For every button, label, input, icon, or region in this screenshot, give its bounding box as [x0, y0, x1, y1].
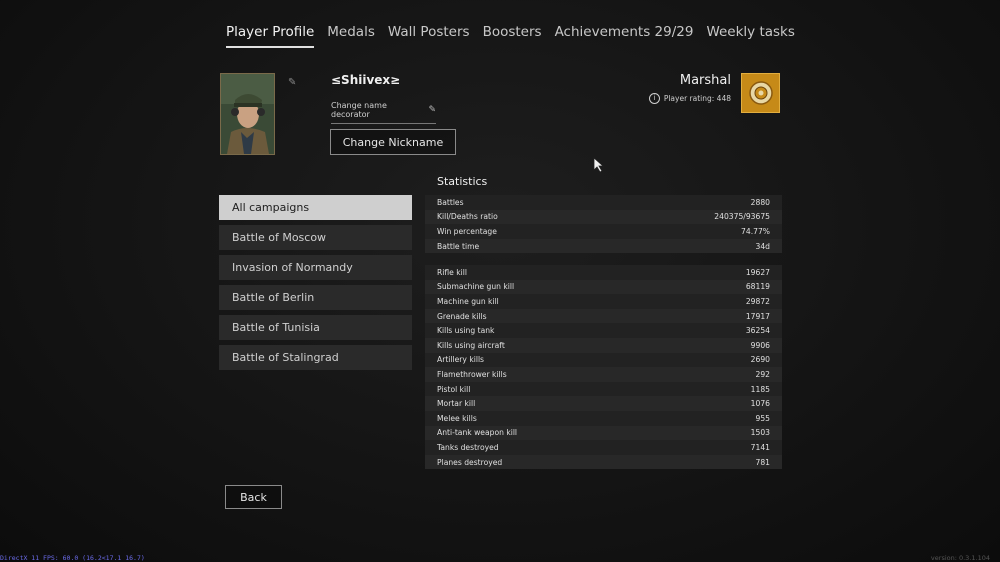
stat-label: Submachine gun kill [437, 282, 515, 292]
stat-row: Melee kills 955 [425, 411, 782, 426]
stat-value: 781 [755, 457, 771, 467]
stat-value: 29872 [745, 296, 770, 306]
stat-label: Melee kills [437, 413, 477, 423]
tab-weekly-tasks[interactable]: Weekly tasks [706, 24, 794, 48]
top-tabs: Player Profile Medals Wall Posters Boost… [226, 24, 795, 48]
stat-row: Machine gun kill 29872 [425, 294, 782, 309]
stat-row: Rifle kill 19627 [425, 265, 782, 280]
stat-value: 34d [755, 241, 770, 251]
stat-value: 68119 [745, 282, 770, 292]
rank-badge-icon[interactable] [741, 73, 780, 113]
stat-row: Pistol kill 1185 [425, 382, 782, 397]
stat-label: Kills using tank [437, 326, 495, 336]
statistics-title: Statistics [437, 175, 488, 188]
campaign-moscow[interactable]: Battle of Moscow [219, 225, 412, 250]
stat-value: 240375/93675 [714, 212, 770, 222]
stat-value: 2690 [750, 355, 770, 365]
stat-label: Grenade kills [437, 311, 487, 321]
stat-row: Win percentage 74.77% [425, 224, 782, 239]
back-button[interactable]: Back [225, 485, 282, 509]
stat-row: Kill/Deaths ratio 240375/93675 [425, 209, 782, 225]
stat-label: Mortar kill [437, 399, 476, 409]
stat-value: 292 [755, 369, 771, 379]
stat-value: 1185 [750, 384, 770, 394]
stat-label: Win percentage [437, 226, 497, 236]
stat-label: Pistol kill [437, 384, 471, 394]
stat-row: Submachine gun kill 68119 [425, 279, 782, 295]
rank-name: Marshal [679, 73, 731, 88]
campaign-stalingrad[interactable]: Battle of Stalingrad [219, 345, 412, 370]
stat-row: Tanks destroyed 7141 [425, 440, 782, 455]
stat-label: Battle time [437, 241, 480, 251]
stat-row: Artillery kills 2690 [425, 353, 782, 368]
stat-label: Machine gun kill [437, 296, 499, 306]
avatar[interactable] [220, 73, 275, 155]
info-icon[interactable]: i [648, 93, 660, 104]
player-rating: i Player rating: 448 [648, 93, 731, 104]
pencil-icon: ✎ [428, 105, 436, 115]
tab-boosters[interactable]: Boosters [483, 24, 542, 48]
stat-value: 9906 [750, 340, 770, 350]
campaign-tunisia[interactable]: Battle of Tunisia [219, 315, 412, 340]
tab-medals[interactable]: Medals [327, 24, 375, 48]
stat-value: 1503 [750, 428, 770, 438]
stat-label: Kill/Deaths ratio [437, 212, 498, 222]
stat-value: 36254 [745, 326, 770, 336]
stat-value: 17917 [745, 311, 770, 321]
version-label: version: 0.3.1.104 [930, 554, 990, 562]
player-nickname: ≤Shiivex≥ [331, 73, 401, 87]
campaign-normandy[interactable]: Invasion of Normandy [219, 255, 412, 280]
fps-counter: DirectX 11 FPS: 60.0 (16.2<17.1 16.7) [0, 554, 145, 562]
stat-value: 2880 [750, 197, 770, 207]
change-decorator-label: Change name decorator [331, 101, 387, 119]
edit-corner-icon[interactable]: ✎ [288, 77, 296, 88]
cursor-icon [593, 157, 605, 177]
rating-label: Player rating: 448 [663, 94, 731, 103]
stat-row: Kills using tank 36254 [425, 323, 782, 338]
stat-label: Anti-tank weapon kill [437, 428, 518, 438]
campaign-berlin[interactable]: Battle of Berlin [219, 285, 412, 310]
tab-player-profile[interactable]: Player Profile [226, 24, 315, 48]
summary-stats-table: Battles 2880 Kill/Deaths ratio 240375/9367… [425, 195, 782, 254]
stat-value: 1076 [750, 399, 770, 409]
stat-row: Kills using aircraft 9906 [425, 337, 782, 353]
stat-row: Battles 2880 [425, 195, 782, 210]
stat-label: Planes destroyed [437, 457, 503, 467]
stat-label: Rifle kill [437, 267, 467, 277]
campaign-all[interactable]: All campaigns [219, 195, 412, 220]
stat-value: 955 [755, 413, 771, 423]
stat-value: 74.77% [741, 226, 770, 236]
change-name-decorator-link[interactable]: Change name decorator ✎ [331, 101, 436, 124]
stat-row: Anti-tank weapon kill 1503 [425, 425, 782, 441]
stat-label: Battles [437, 197, 464, 207]
stat-label: Flamethrower kills [437, 369, 507, 379]
stat-row: Planes destroyed 781 [425, 454, 782, 470]
campaign-list: All campaigns Battle of Moscow Invasion … [219, 195, 412, 375]
stat-value: 19627 [745, 267, 770, 277]
stat-label: Artillery kills [437, 355, 485, 365]
change-nickname-button[interactable]: Change Nickname [330, 129, 456, 155]
tab-wall-posters[interactable]: Wall Posters [388, 24, 470, 48]
kill-stats-table: Rifle kill 19627 Submachine gun kill 68119… [425, 265, 782, 470]
stat-row: Grenade kills 17917 [425, 308, 782, 324]
tab-achievements[interactable]: Achievements 29/29 [555, 24, 694, 48]
stat-row: Mortar kill 1076 [425, 396, 782, 411]
stat-label: Kills using aircraft [437, 340, 505, 350]
stat-label: Tanks destroyed [437, 442, 499, 452]
stat-value: 7141 [750, 442, 770, 452]
stat-row: Battle time 34d [425, 238, 782, 254]
stat-row: Flamethrower kills 292 [425, 367, 782, 382]
